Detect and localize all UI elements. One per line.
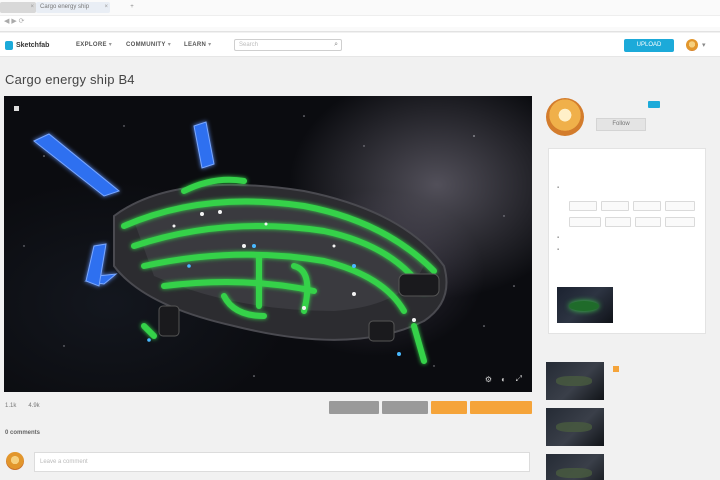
tag[interactable] [633, 201, 661, 211]
chevron-down-icon[interactable]: ▾ [702, 41, 706, 49]
tag[interactable] [569, 217, 601, 227]
browser-tab-active[interactable]: Cargo energy ship × [36, 2, 110, 13]
tag[interactable] [569, 201, 597, 211]
logo-icon [5, 40, 13, 50]
avatar[interactable] [546, 98, 584, 136]
vr-icon[interactable]: ◐ [501, 375, 506, 384]
menu-community[interactable]: COMMUNITY ▾ [126, 41, 171, 48]
meta-row [557, 185, 563, 191]
related-model[interactable] [546, 408, 706, 446]
menu-label: LEARN [184, 42, 207, 48]
logo-text: Sketchfab [16, 41, 50, 49]
close-icon[interactable]: × [104, 2, 108, 13]
browser-tab-label: Cargo energy ship [40, 4, 90, 10]
download-button[interactable] [470, 401, 532, 414]
author-card: Follow [546, 98, 706, 138]
meta-row [557, 247, 563, 253]
tag[interactable] [665, 217, 695, 227]
related-thumbnail[interactable] [546, 454, 604, 480]
related-model[interactable] [546, 362, 706, 400]
search-input[interactable]: Search ⌕ [234, 39, 342, 51]
browser-tab[interactable]: × [0, 2, 36, 13]
close-icon[interactable]: × [30, 2, 34, 13]
avatar[interactable] [686, 39, 698, 51]
action-button-2[interactable] [382, 401, 428, 414]
settings-icon[interactable]: ⚙ [485, 375, 492, 384]
star-icon [613, 366, 619, 372]
search-icon[interactable]: ⌕ [334, 41, 338, 49]
comments-heading: 0 comments [5, 430, 41, 436]
site-logo[interactable]: Sketchfab [5, 40, 49, 50]
chevron-down-icon: ▾ [108, 42, 113, 48]
spaceship-render [23, 115, 515, 377]
comment-input[interactable]: Leave a comment [34, 452, 530, 472]
tag[interactable] [605, 217, 631, 227]
menu-label: EXPLORE [76, 42, 107, 48]
menu-explore[interactable]: EXPLORE ▾ [76, 41, 112, 48]
menu-label: COMMUNITY [126, 42, 166, 48]
model-details-panel [548, 148, 706, 334]
tag[interactable] [665, 201, 695, 211]
upload-button[interactable]: UPLOAD [624, 39, 674, 52]
like-button[interactable] [431, 401, 467, 414]
new-tab-button[interactable]: + [126, 2, 138, 13]
follow-button[interactable]: Follow [596, 118, 646, 131]
view-count: 1.1k [5, 403, 17, 409]
pro-badge [648, 101, 660, 108]
related-model[interactable] [546, 454, 706, 480]
menu-learn[interactable]: LEARN ▾ [184, 41, 211, 48]
chevron-down-icon: ▾ [167, 42, 172, 48]
chevron-down-icon: ▾ [208, 42, 212, 48]
like-count: 4.9k [28, 403, 40, 409]
tag[interactable] [601, 201, 629, 211]
tag[interactable] [635, 217, 661, 227]
fullscreen-icon[interactable]: ⤢ [516, 374, 522, 384]
model-stats: 1.1k 4.9k [5, 403, 40, 409]
back-forward-icons[interactable]: ◀ ▶ ⟳ [4, 17, 44, 25]
search-placeholder: Search [239, 42, 259, 48]
page-title: Cargo energy ship B4 [5, 72, 135, 87]
action-button-1[interactable] [329, 401, 379, 414]
meta-row [557, 235, 563, 241]
related-thumbnail[interactable] [546, 408, 604, 446]
viewer-label[interactable] [14, 106, 22, 112]
related-name[interactable] [610, 366, 619, 373]
browser-chrome: × Cargo energy ship × + ◀ ▶ ⟳ [0, 0, 720, 32]
site-header: Sketchfab EXPLORE ▾ COMMUNITY ▾ LEARN ▾ Sea… [0, 33, 720, 57]
address-bar[interactable]: ◀ ▶ ⟳ [0, 15, 720, 27]
related-thumbnail[interactable] [546, 362, 604, 400]
collection-thumbnail[interactable] [557, 287, 613, 323]
model-viewer[interactable]: ⚙ ◐ ⤢ [4, 96, 532, 392]
avatar [6, 452, 24, 470]
